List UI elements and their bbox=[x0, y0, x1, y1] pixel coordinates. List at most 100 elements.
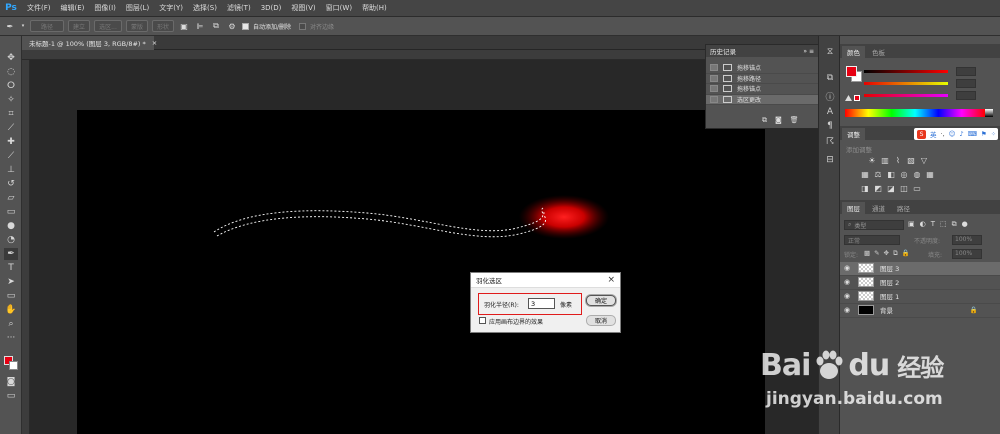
threshold-icon[interactable]: ◪ bbox=[886, 184, 896, 193]
brush-tool-icon[interactable]: ⟋ bbox=[4, 150, 18, 162]
layer-row[interactable]: ◉ 图层 3 bbox=[840, 262, 1000, 276]
feather-radius-input[interactable]: 3 bbox=[528, 298, 555, 309]
document-canvas[interactable] bbox=[77, 110, 765, 434]
fill-input[interactable]: 100% bbox=[952, 249, 982, 259]
invert-icon[interactable]: ◨ bbox=[860, 184, 870, 193]
pixel-filter-icon[interactable]: ▣ bbox=[908, 220, 915, 230]
background-color-swatch[interactable] bbox=[9, 361, 18, 370]
foreground-color-swatch[interactable] bbox=[846, 66, 857, 77]
red-value-field[interactable] bbox=[956, 67, 976, 76]
menu-view[interactable]: 视图(V) bbox=[286, 3, 320, 13]
blend-mode-select[interactable]: 正常 bbox=[844, 235, 900, 245]
hand-tool-icon[interactable]: ✋ bbox=[4, 304, 18, 316]
lock-artboard-icon[interactable]: ⧉ bbox=[893, 249, 898, 258]
menu-help[interactable]: 帮助(H) bbox=[357, 3, 392, 13]
lock-position-icon[interactable]: ✥ bbox=[884, 249, 889, 258]
history-item[interactable]: 拖移锚点 bbox=[706, 84, 818, 95]
red-slider[interactable] bbox=[864, 70, 948, 73]
path-arrangement-icon[interactable]: ⧉ bbox=[210, 20, 222, 32]
gradient-map-icon[interactable]: ▭ bbox=[912, 184, 922, 193]
color-balance-icon[interactable]: ⚖ bbox=[873, 170, 883, 179]
chevron-down-icon[interactable]: ▾ bbox=[20, 20, 26, 32]
type-filter-icon[interactable]: T bbox=[931, 220, 935, 230]
path-alignment-icon[interactable]: ⊫ bbox=[194, 20, 206, 32]
mask-button[interactable]: 蒙版 bbox=[126, 20, 148, 32]
green-slider[interactable] bbox=[864, 82, 948, 85]
posterize-icon[interactable]: ◩ bbox=[873, 184, 883, 193]
shirt-icon[interactable]: ⚑ bbox=[981, 130, 987, 138]
grayscale-ramp[interactable] bbox=[985, 109, 993, 117]
shape-filter-icon[interactable]: ⬚ bbox=[940, 220, 947, 230]
voice-icon[interactable]: ♪ bbox=[959, 130, 963, 138]
adjustment-filter-icon[interactable]: ◐ bbox=[920, 220, 926, 230]
quick-mask-icon[interactable]: ◙ bbox=[4, 376, 18, 388]
blue-slider[interactable] bbox=[864, 94, 948, 97]
pen-tool-icon[interactable]: ✒ bbox=[4, 248, 18, 260]
marquee-tool-icon[interactable]: ◌ bbox=[4, 66, 18, 78]
exposure-icon[interactable]: ▧ bbox=[906, 156, 916, 165]
tab-layers[interactable]: 图层 bbox=[842, 202, 865, 214]
levels-icon[interactable]: ▥ bbox=[880, 156, 890, 165]
color-lookup-icon[interactable]: ▦ bbox=[925, 170, 935, 179]
black-white-icon[interactable]: ◧ bbox=[886, 170, 896, 179]
clone-stamp-tool-icon[interactable]: ⊥ bbox=[4, 164, 18, 176]
tool-presets-icon[interactable]: ⊟ bbox=[824, 154, 836, 166]
menu-file[interactable]: 文件(F) bbox=[22, 3, 56, 13]
layer-filter-select[interactable]: ⌕ 类型 bbox=[844, 220, 904, 230]
path-mode-select[interactable]: 路径 bbox=[30, 20, 64, 32]
lock-all-icon[interactable]: 🔒 bbox=[902, 249, 910, 258]
lasso-tool-icon[interactable]: ⵔ bbox=[4, 80, 18, 92]
shape-button[interactable]: 形状 bbox=[152, 20, 174, 32]
gamut-swatch[interactable] bbox=[854, 95, 860, 101]
grid-icon[interactable]: ⁘ bbox=[991, 130, 996, 138]
curves-icon[interactable]: ⌇ bbox=[893, 156, 903, 165]
camera-icon[interactable]: ◙ bbox=[775, 116, 782, 126]
filter-toggle-icon[interactable]: ● bbox=[962, 220, 968, 230]
gradient-tool-icon[interactable]: ▭ bbox=[4, 206, 18, 218]
auto-add-delete-checkbox[interactable] bbox=[242, 22, 249, 30]
document-tab[interactable]: 未标题-1 @ 100% (图层 3, RGB/8#) * × bbox=[22, 36, 157, 50]
move-tool-icon[interactable]: ✥ bbox=[4, 52, 18, 64]
menu-select[interactable]: 选择(S) bbox=[188, 3, 222, 13]
punctuation-icon[interactable]: ·, bbox=[941, 130, 945, 138]
magic-wand-tool-icon[interactable]: ✧ bbox=[4, 94, 18, 106]
properties-panel-icon[interactable]: ⧉ bbox=[824, 72, 836, 84]
channel-mixer-icon[interactable]: ◍ bbox=[912, 170, 922, 179]
cancel-button[interactable]: 取消 bbox=[586, 315, 616, 326]
eye-icon[interactable]: ◉ bbox=[840, 292, 854, 300]
layer-row[interactable]: ◉ 图层 1 bbox=[840, 290, 1000, 304]
green-value-field[interactable] bbox=[956, 79, 976, 88]
tab-paths[interactable]: 路径 bbox=[892, 202, 915, 214]
eraser-tool-icon[interactable]: ▱ bbox=[4, 192, 18, 204]
eye-icon[interactable]: ◉ bbox=[840, 306, 854, 314]
eyedropper-tool-icon[interactable]: ⟋ bbox=[4, 122, 18, 134]
blue-value-field[interactable] bbox=[956, 91, 976, 100]
lock-pixels-icon[interactable]: ✎ bbox=[874, 249, 879, 258]
menu-image[interactable]: 图像(I) bbox=[89, 3, 121, 13]
crop-tool-icon[interactable]: ⌗ bbox=[4, 108, 18, 120]
character-panel-icon[interactable]: A bbox=[824, 106, 836, 118]
paragraph-panel-icon[interactable]: ¶ bbox=[824, 120, 836, 132]
brush-panel-icon[interactable]: ☈ bbox=[824, 136, 836, 148]
shape-tool-icon[interactable]: ▭ bbox=[4, 290, 18, 302]
vibrance-icon[interactable]: ▽ bbox=[919, 156, 929, 165]
tab-channels[interactable]: 通道 bbox=[867, 202, 890, 214]
dodge-tool-icon[interactable]: ◔ bbox=[4, 234, 18, 246]
menu-type[interactable]: 文字(Y) bbox=[154, 3, 188, 13]
pen-tool-icon[interactable]: ✒ bbox=[4, 20, 16, 32]
menu-3d[interactable]: 3D(D) bbox=[256, 4, 287, 12]
layer-row[interactable]: ◉ 背景 🔒 bbox=[840, 304, 1000, 318]
tab-swatches[interactable]: 色板 bbox=[867, 46, 890, 58]
new-document-from-state-icon[interactable]: ⧉ bbox=[762, 116, 767, 126]
panel-menu-icon[interactable]: » ≡ bbox=[803, 48, 814, 55]
hue-saturation-icon[interactable]: ▦ bbox=[860, 170, 870, 179]
menu-window[interactable]: 窗口(W) bbox=[321, 3, 357, 13]
zoom-tool-icon[interactable]: ⌕ bbox=[4, 318, 18, 330]
emoji-icon[interactable]: ☺ bbox=[949, 130, 956, 138]
layer-row[interactable]: ◉ 图层 2 bbox=[840, 276, 1000, 290]
canvas-bounds-checkbox[interactable] bbox=[479, 317, 486, 324]
brightness-icon[interactable]: ☀ bbox=[867, 156, 877, 165]
history-item[interactable]: 拖移路径 bbox=[706, 74, 818, 84]
eye-icon[interactable]: ◉ bbox=[840, 264, 854, 272]
eye-icon[interactable]: ◉ bbox=[840, 278, 854, 286]
